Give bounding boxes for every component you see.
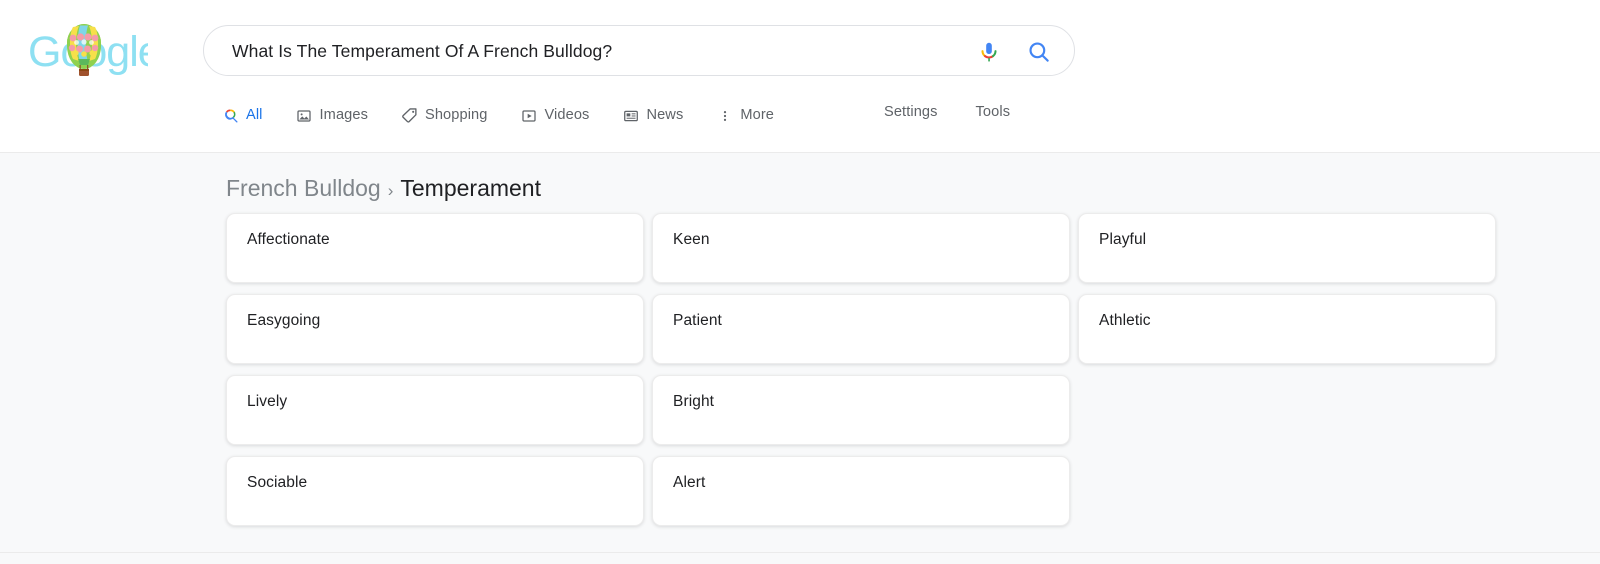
breadcrumb-separator-icon: › (388, 181, 394, 201)
temperament-card[interactable]: Bright (652, 375, 1070, 445)
tab-more-label: More (740, 107, 774, 124)
tag-icon (401, 107, 418, 124)
temperament-card-label: Bright (673, 393, 714, 410)
tab-all[interactable]: All (222, 104, 263, 127)
temperament-card[interactable]: Athletic (1078, 294, 1496, 364)
newspaper-icon (622, 107, 639, 124)
temperament-card-label: Playful (1099, 231, 1146, 248)
temperament-card[interactable]: Keen (652, 213, 1070, 283)
search-submit-icon[interactable] (1026, 39, 1052, 65)
tab-all-label: All (246, 107, 263, 124)
tab-videos[interactable]: Videos (520, 104, 589, 127)
search-nav-tabs: All Images Shopping (222, 104, 807, 152)
search-input[interactable] (230, 26, 954, 77)
temperament-card-label: Lively (247, 393, 287, 410)
more-vertical-icon (716, 107, 733, 124)
temperament-card-label: Patient (673, 312, 722, 329)
temperament-card[interactable]: Sociable (226, 456, 644, 526)
temperament-card-grid: Affectionate Keen Playful Easygoing Pati… (226, 213, 1496, 526)
tab-news-label: News (646, 107, 683, 124)
temperament-card[interactable]: Easygoing (226, 294, 644, 364)
temperament-card[interactable]: Playful (1078, 213, 1496, 283)
bottom-divider (0, 552, 1600, 553)
breadcrumb-parent[interactable]: French Bulldog (226, 175, 381, 202)
search-box[interactable] (203, 25, 1075, 76)
temperament-card-empty (1078, 456, 1496, 526)
temperament-card[interactable]: Patient (652, 294, 1070, 364)
google-doodle-logo[interactable]: Google (28, 24, 148, 76)
tab-shopping[interactable]: Shopping (401, 104, 487, 127)
search-nav-right: Settings Tools (884, 104, 1048, 121)
settings-button[interactable]: Settings (884, 104, 938, 121)
temperament-card-empty (1078, 375, 1496, 445)
tab-images[interactable]: Images (296, 104, 368, 127)
tab-images-label: Images (320, 107, 368, 124)
tab-more[interactable]: More (716, 104, 774, 127)
results-panel: French Bulldog › Temperament Affectionat… (0, 152, 1600, 564)
temperament-card-label: Athletic (1099, 312, 1151, 329)
breadcrumb-current: Temperament (400, 175, 541, 202)
google-search-icon (222, 107, 239, 124)
page-header: Google (0, 0, 1600, 152)
temperament-card-label: Sociable (247, 474, 307, 491)
temperament-card[interactable]: Affectionate (226, 213, 644, 283)
tab-shopping-label: Shopping (425, 107, 487, 124)
image-icon (296, 107, 313, 124)
microphone-icon[interactable] (976, 39, 1002, 65)
temperament-card-label: Easygoing (247, 312, 320, 329)
temperament-card[interactable]: Alert (652, 456, 1070, 526)
tab-videos-label: Videos (544, 107, 589, 124)
temperament-card[interactable]: Lively (226, 375, 644, 445)
temperament-card-label: Alert (673, 474, 705, 491)
video-play-icon (520, 107, 537, 124)
tools-button[interactable]: Tools (976, 104, 1011, 121)
temperament-card-label: Keen (673, 231, 710, 248)
breadcrumb: French Bulldog › Temperament (226, 175, 541, 202)
google-logo-icon: Google (28, 24, 148, 76)
tab-news[interactable]: News (622, 104, 683, 127)
temperament-card-label: Affectionate (247, 231, 330, 248)
